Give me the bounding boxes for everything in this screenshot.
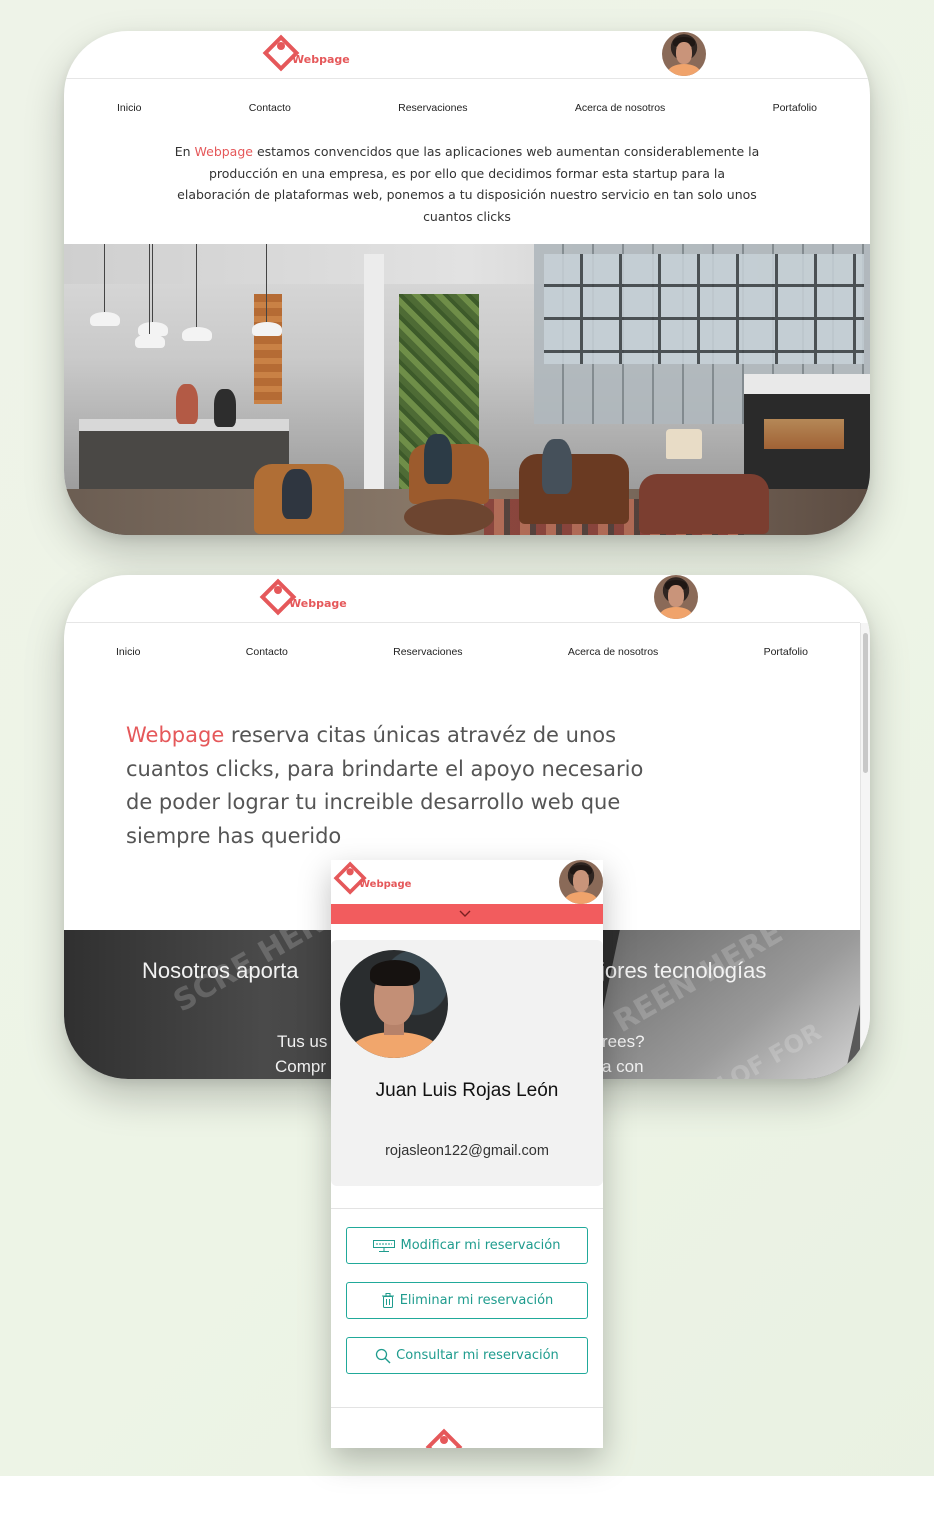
profile-email: rojasleon122@gmail.com (385, 1143, 549, 1159)
mobile-logo[interactable]: Webpage (333, 861, 411, 897)
trash-icon (381, 1293, 395, 1308)
search-reservation-label: Consultar mi reservación (396, 1348, 559, 1363)
profile-avatar (340, 950, 448, 1058)
nav-contacto[interactable]: Contacto (249, 102, 291, 114)
logo-text: Webpage (359, 878, 412, 890)
profile-card: Juan Luis Rojas León rojasleon122@gmail.… (331, 940, 603, 1186)
delete-reservation-label: Eliminar mi reservación (399, 1293, 554, 1308)
footer-logo[interactable] (421, 1426, 467, 1448)
search-icon (375, 1348, 391, 1364)
scrollbar-thumb[interactable] (863, 633, 868, 773)
nav-portafolio[interactable]: Portafolio (764, 646, 808, 658)
mobile-header: Webpage (331, 860, 603, 904)
nav-reservaciones[interactable]: Reservaciones (393, 646, 462, 658)
logo-text: Webpage (289, 596, 347, 610)
main-nav: Inicio Contacto Reservaciones Acerca de … (64, 102, 870, 114)
nav-acerca[interactable]: Acerca de nosotros (568, 646, 658, 658)
nav-inicio[interactable]: Inicio (117, 102, 142, 114)
intro-paragraph: En Webpage estamos convencidos que las a… (174, 144, 760, 224)
mobile-divider (331, 1208, 603, 1209)
nav-reservaciones[interactable]: Reservaciones (398, 102, 467, 114)
modify-reservation-button[interactable]: Modificar mi reservación (346, 1227, 588, 1264)
logo-diamond-icon (425, 1428, 463, 1448)
nav-acerca[interactable]: Acerca de nosotros (575, 102, 665, 114)
modify-reservation-label: Modificar mi reservación (400, 1238, 561, 1253)
logo-text: Webpage (292, 52, 350, 66)
page-bottom-strip (0, 1476, 934, 1519)
nav-inicio[interactable]: Inicio (116, 646, 141, 658)
main-nav-2: Inicio Contacto Reservaciones Acerca de … (64, 646, 860, 658)
chevron-down-icon (459, 910, 471, 917)
desktop-mockup-home: Webpage Inicio Contacto Reservaciones Ac… (64, 31, 870, 535)
mobile-mockup-profile: Webpage Juan Luis Rojas León rojasleon12… (331, 860, 603, 1448)
user-avatar-2[interactable] (654, 575, 698, 619)
delete-reservation-button[interactable]: Eliminar mi reservación (346, 1282, 588, 1319)
hero-paragraph: Webpage reserva citas únicas atravéz de … (126, 723, 644, 848)
brand-logo-2[interactable]: Webpage (259, 578, 347, 618)
menu-toggle-bar[interactable] (331, 904, 603, 924)
profile-name: Juan Luis Rojas León (375, 1080, 559, 1101)
nav-contacto[interactable]: Contacto (246, 646, 288, 658)
intro-brand: Webpage (194, 144, 253, 159)
mobile-user-avatar[interactable] (559, 860, 603, 904)
header-divider (64, 78, 870, 79)
nav-portafolio[interactable]: Portafolio (773, 102, 817, 114)
scrollbar[interactable] (860, 623, 870, 1079)
user-avatar[interactable] (662, 32, 706, 76)
mobile-divider (331, 1407, 603, 1408)
hero-brand: Webpage (126, 723, 225, 747)
reserved-sign-icon (373, 1239, 396, 1252)
brand-logo[interactable]: Webpage (262, 34, 350, 74)
search-reservation-button[interactable]: Consultar mi reservación (346, 1337, 588, 1374)
header-divider-2 (64, 622, 860, 623)
office-lobby-photo (64, 244, 870, 535)
